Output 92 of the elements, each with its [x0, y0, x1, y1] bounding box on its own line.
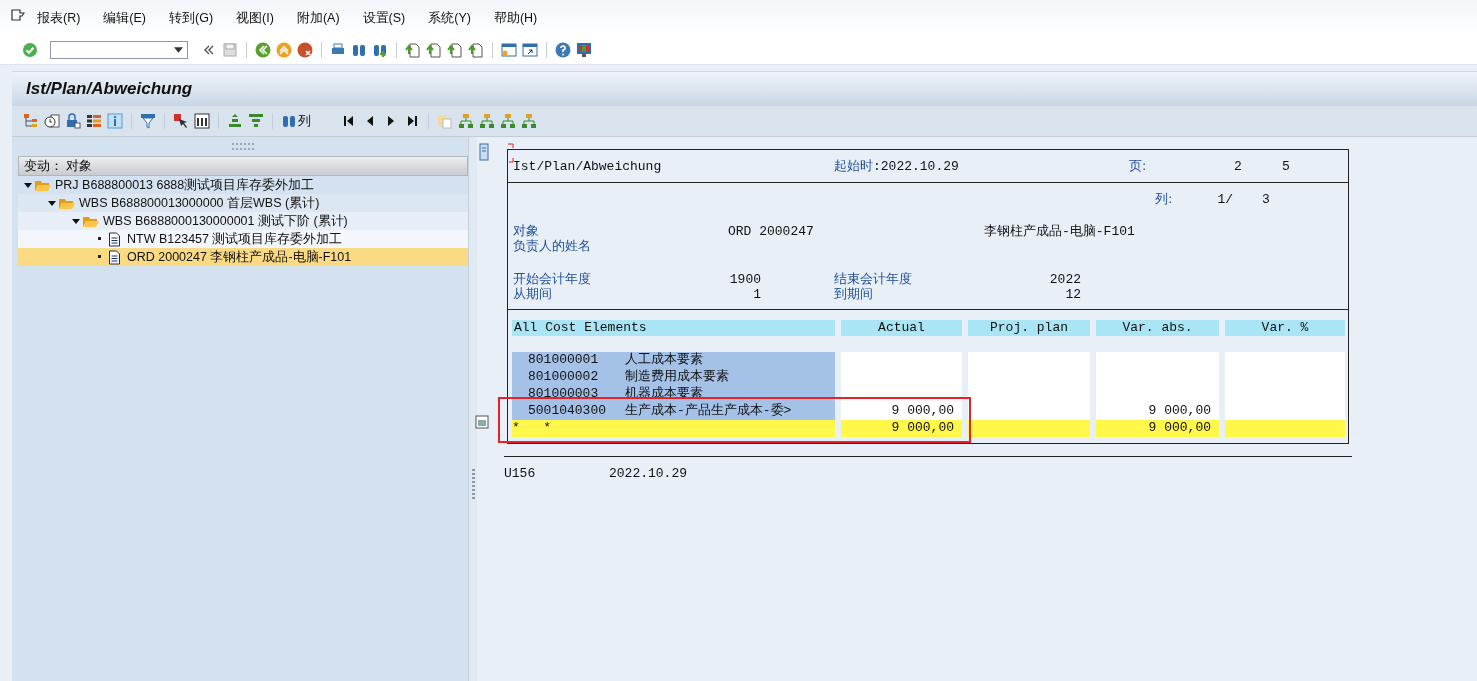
monitor-icon[interactable] — [576, 42, 592, 58]
table-cell: 9 000,00 — [841, 403, 962, 420]
bullet-icon — [98, 237, 102, 241]
hierarchy-up-icon[interactable] — [458, 113, 474, 129]
binoculars-icon — [281, 113, 297, 129]
field-label: 从期间 — [513, 286, 553, 301]
field-label: 起始时 — [834, 158, 873, 173]
field-value: 李钢柱产成品-电脑-F101 — [984, 224, 1135, 239]
folder-icon — [59, 196, 75, 210]
table-cell: 人工成本要素 — [625, 352, 703, 368]
field-label: 负责人的姓名 — [513, 238, 591, 253]
field-label: 结束会计年度 — [834, 271, 913, 286]
menu-item[interactable]: 报表(R) — [37, 9, 81, 27]
columns-icon[interactable] — [194, 113, 210, 129]
table-cell: 9 000,00 — [1096, 403, 1219, 420]
field-value: 2 — [1234, 158, 1242, 174]
column-header: Actual — [841, 320, 962, 336]
column-header: All Cost Elements — [512, 320, 835, 336]
menu-item[interactable]: 转到(G) — [169, 9, 214, 27]
total-marker: * * — [512, 420, 551, 436]
field-value: 2022 — [1048, 272, 1081, 287]
menu-item[interactable]: 帮助(H) — [493, 9, 538, 27]
column-header: Proj. plan — [968, 320, 1090, 336]
field-label: 页: — [1129, 157, 1147, 175]
folder-icon — [35, 178, 51, 192]
menu-item[interactable]: 设置(S) — [362, 9, 406, 27]
splitter-grip-icon[interactable] — [471, 469, 475, 499]
table-cell: 9 000,00 — [841, 420, 962, 437]
screen-title: Ist/Plan/Abweichung — [26, 79, 193, 99]
menu-item[interactable]: 系统(Y) — [428, 9, 471, 27]
table-cell: 9 000,00 — [1096, 420, 1219, 437]
expand-caret-icon[interactable] — [48, 199, 56, 207]
field-value: 1/ — [1216, 192, 1233, 207]
help-icon[interactable] — [555, 42, 571, 58]
field-value: 3 — [1262, 192, 1270, 207]
table-cell: 制造费用成本要素 — [625, 369, 729, 385]
cancel-icon[interactable] — [297, 42, 313, 58]
cursor-mark-icon — [508, 143, 514, 163]
binoculars-plus-icon[interactable] — [372, 42, 388, 58]
field-value: :2022.10.29 — [873, 159, 959, 174]
filter-icon[interactable] — [140, 113, 156, 129]
hierarchy-down-icon[interactable] — [479, 113, 495, 129]
menu-item[interactable]: 附加(A) — [296, 9, 340, 27]
field-value: 12 — [1064, 287, 1081, 302]
clock-document-icon[interactable] — [44, 113, 60, 129]
column-header: Var. abs. — [1096, 320, 1219, 336]
list-icon[interactable] — [86, 113, 102, 129]
field-value: 5 — [1282, 158, 1290, 174]
bullet-icon — [98, 255, 102, 259]
new-window-icon[interactable] — [501, 42, 517, 58]
report-title: Ist/Plan/Abweichung — [513, 158, 662, 174]
table-cell-text: 801000002 — [527, 369, 600, 385]
back-icon[interactable] — [255, 42, 271, 58]
expand-caret-icon[interactable] — [72, 217, 80, 225]
menu-item[interactable]: 编辑(E) — [103, 9, 147, 27]
table-cell-text: 801000003 — [527, 386, 600, 402]
find-column-button[interactable]: 列 — [281, 112, 315, 130]
sort-descending-icon[interactable] — [248, 113, 264, 129]
expand-caret-icon[interactable] — [24, 181, 32, 189]
column-header: Var. % — [1225, 320, 1345, 336]
lock-icon[interactable] — [65, 113, 81, 129]
select-cursor-icon[interactable] — [173, 113, 189, 129]
menu-icon[interactable] — [11, 9, 25, 21]
tree-node[interactable]: PRJ B688800013 6888测试项目库存委外加工 — [55, 176, 315, 194]
field-label: 对象 — [513, 223, 540, 238]
row-detail-icon[interactable] — [475, 415, 489, 429]
splitter-grip-icon[interactable] — [232, 143, 254, 151]
hierarchy-collapse-icon[interactable] — [521, 113, 537, 129]
field-label: 到期间 — [834, 286, 874, 301]
menu-item[interactable]: 视图(I) — [236, 9, 274, 27]
info-icon[interactable] — [107, 113, 123, 129]
document-icon — [108, 249, 121, 265]
footer-user: U156 — [504, 466, 537, 481]
enter-icon[interactable] — [22, 42, 38, 58]
table-cell-text: 801000001 — [527, 352, 600, 368]
hierarchy-expand-icon[interactable] — [500, 113, 516, 129]
field-value: 1900 — [728, 272, 761, 287]
dropdown-caret-icon[interactable] — [174, 47, 183, 53]
footer-date: 2022.10.29 — [609, 466, 687, 481]
field-value: ORD 2000247 — [728, 224, 815, 239]
hierarchy-icon[interactable] — [23, 113, 39, 129]
binoculars-icon[interactable] — [351, 42, 367, 58]
command-field[interactable] — [50, 41, 188, 59]
shortcut-window-icon[interactable] — [522, 42, 538, 58]
folder-icon — [83, 214, 99, 228]
table-cell-text: 5001040300 — [527, 403, 607, 419]
field-label: 列: — [1155, 191, 1174, 206]
sort-ascending-icon[interactable] — [227, 113, 243, 129]
field-value: 1 — [752, 287, 761, 302]
table-cell: 生产成本-产品生产成本-委> — [625, 403, 792, 419]
field-label: 开始会计年度 — [513, 271, 592, 286]
tree-header: 变动： 对象 — [18, 156, 468, 176]
